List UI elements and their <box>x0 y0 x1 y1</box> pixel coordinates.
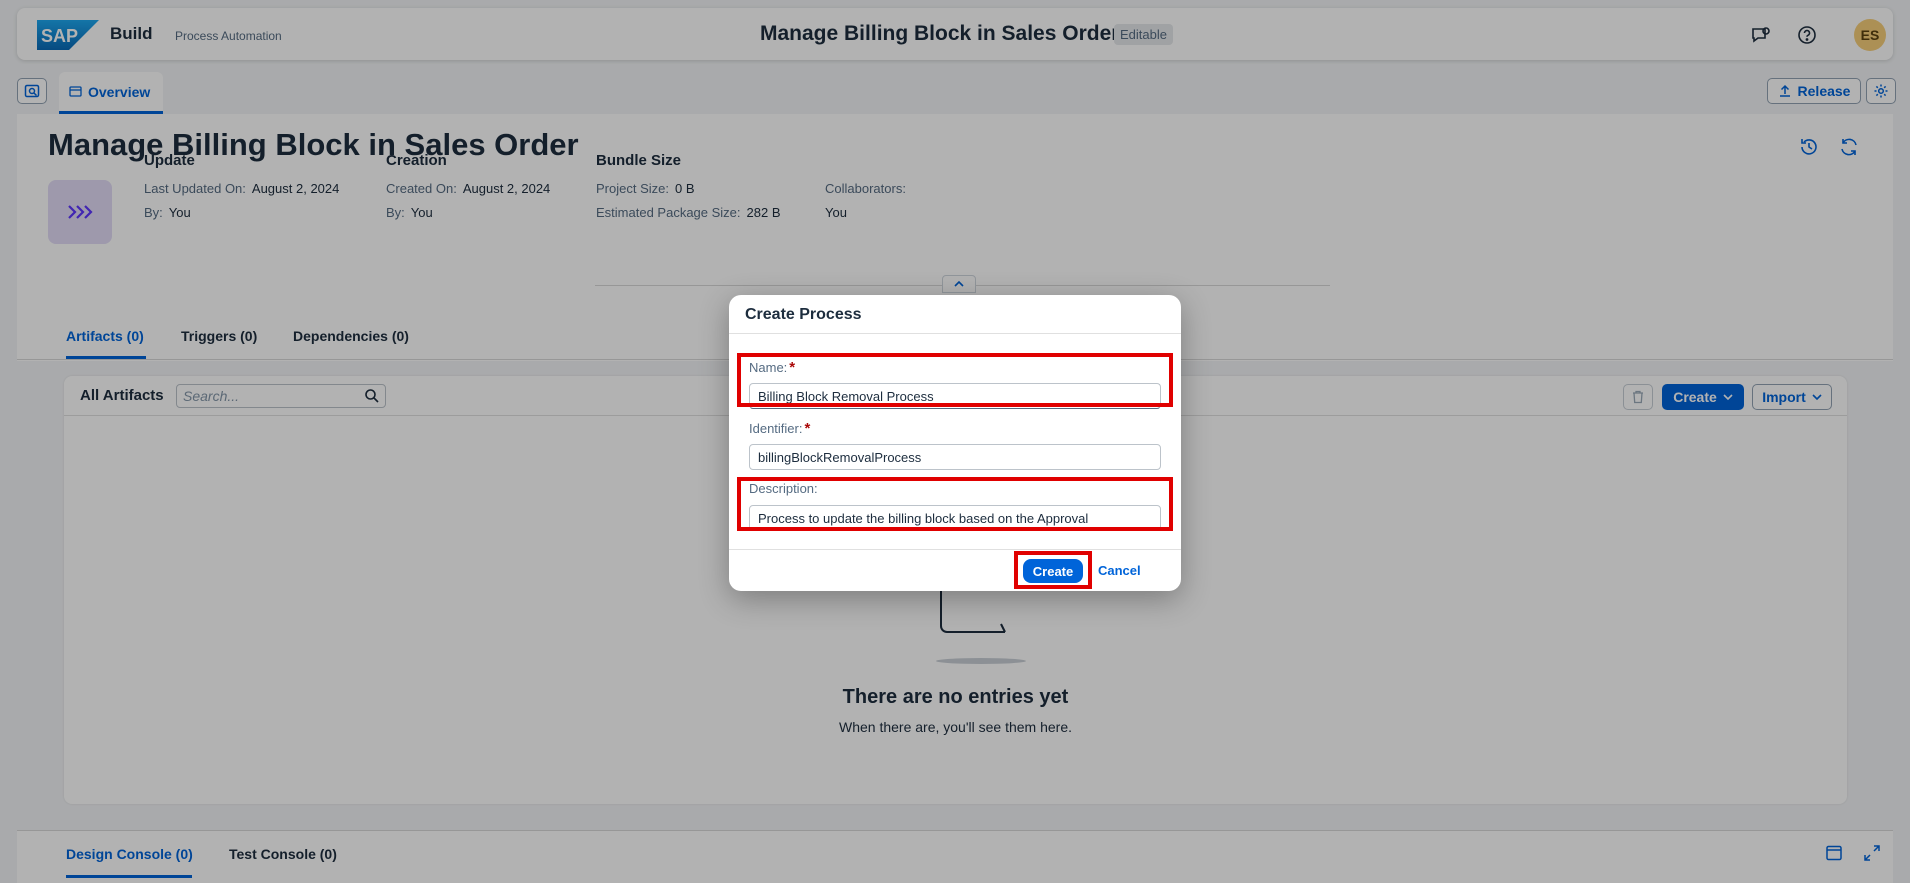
dialog-header-divider <box>729 333 1181 334</box>
identifier-label: Identifier: * <box>749 420 810 437</box>
highlight-create-button <box>1014 551 1092 589</box>
identifier-label-text: Identifier: <box>749 421 803 436</box>
required-mark: * <box>804 420 811 437</box>
dialog-footer-divider <box>729 549 1181 550</box>
create-process-dialog: Create Process Name: * Billing Block Remo… <box>729 295 1181 591</box>
dialog-cancel-button[interactable]: Cancel <box>1098 563 1141 578</box>
highlight-name-field <box>737 353 1173 407</box>
identifier-field-value: billingBlockRemovalProcess <box>758 450 922 465</box>
identifier-field[interactable]: billingBlockRemovalProcess <box>749 444 1161 470</box>
dialog-title: Create Process <box>745 306 862 323</box>
highlight-description-field <box>737 477 1173 531</box>
